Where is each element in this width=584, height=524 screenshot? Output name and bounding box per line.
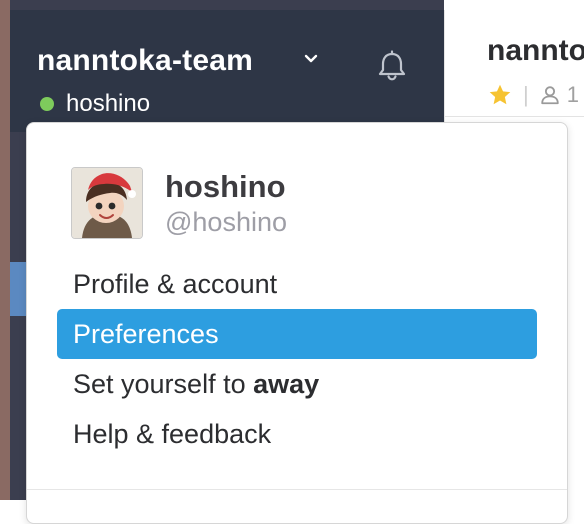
menu-item-profile-account[interactable]: Profile & account	[57, 259, 537, 309]
sidebar-selection-marker	[10, 262, 26, 316]
team-menu: hoshino @hoshino Profile & account Prefe…	[26, 122, 568, 524]
current-user-name: hoshino	[66, 90, 151, 117]
user-status[interactable]: hoshino	[40, 90, 150, 118]
team-header[interactable]: nanntoka-team hoshino	[10, 10, 444, 132]
menu-item-preferences[interactable]: Preferences	[57, 309, 537, 359]
member-count[interactable]: 1	[567, 82, 579, 108]
menu-item-help-feedback[interactable]: Help & feedback	[57, 409, 537, 459]
bell-icon[interactable]	[374, 48, 410, 84]
channel-meta: | 1	[487, 82, 579, 108]
menu-user-display-name: hoshino	[165, 169, 286, 204]
star-icon[interactable]	[487, 82, 513, 108]
menu-user-handle: @hoshino	[165, 207, 287, 237]
window-edge	[0, 0, 10, 500]
header-divider	[445, 116, 584, 117]
person-icon[interactable]	[539, 84, 561, 106]
avatar[interactable]	[71, 167, 143, 239]
menu-item-set-away[interactable]: Set yourself to away	[57, 359, 537, 409]
channel-title[interactable]: nannto	[487, 34, 584, 68]
menu-list: Profile & account Preferences Set yourse…	[57, 259, 537, 459]
menu-user-card: hoshino @hoshino	[71, 167, 287, 239]
team-name[interactable]: nanntoka-team	[37, 44, 253, 78]
meta-separator: |	[523, 82, 529, 107]
chevron-down-icon[interactable]	[304, 54, 318, 64]
menu-divider	[27, 489, 567, 490]
presence-indicator	[40, 97, 54, 111]
set-away-bold: away	[253, 369, 320, 399]
set-away-prefix: Set yourself to	[73, 369, 254, 399]
